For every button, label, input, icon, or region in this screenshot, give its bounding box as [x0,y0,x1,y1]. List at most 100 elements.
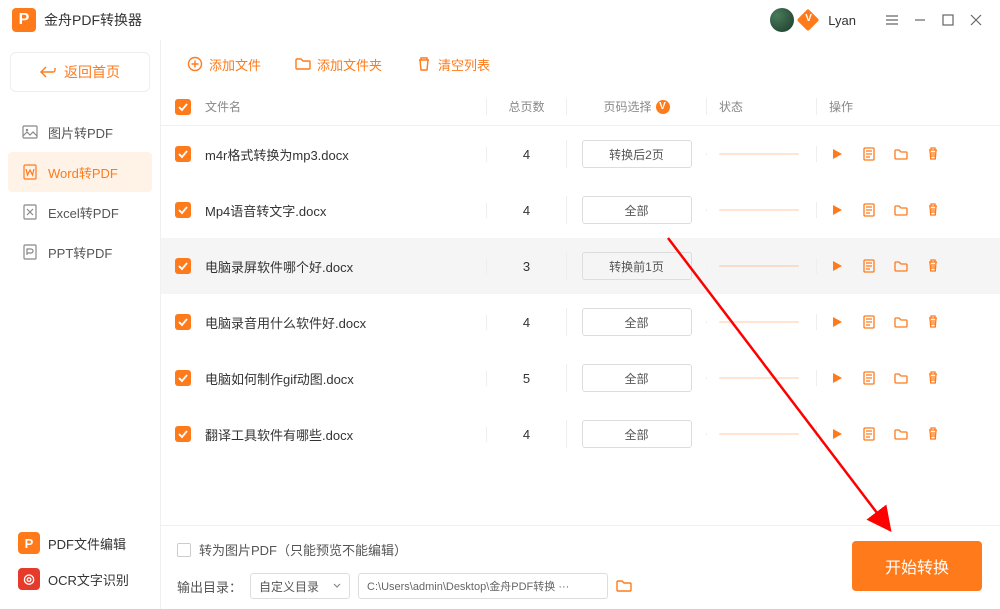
avatar[interactable] [770,8,794,32]
clear-list-button[interactable]: 清空列表 [404,48,502,80]
folder-button[interactable] [893,258,909,274]
bottom-item-label: OCR文字识别 [48,570,129,589]
delete-button[interactable] [925,426,941,442]
row-checkbox[interactable] [175,314,191,330]
page-range-select[interactable]: 全部 [582,308,692,336]
folder-icon [295,56,311,72]
page-range-select[interactable]: 全部 [582,364,692,392]
delete-button[interactable] [925,314,941,330]
back-label: 返回首页 [64,62,120,82]
folder-button[interactable] [893,314,909,330]
table-row[interactable]: Mp4语音转文字.docx 4 全部 [161,182,1000,238]
detail-button[interactable] [861,202,877,218]
sidebar-item-ppt-to-pdf[interactable]: PPT转PDF [8,232,152,272]
toolbar: 添加文件 添加文件夹 清空列表 [161,40,1000,88]
ppt-icon [22,244,38,260]
sidebar-item-excel-to-pdf[interactable]: Excel转PDF [8,192,152,232]
open-folder-button[interactable] [616,578,632,594]
convert-button[interactable]: 开始转换 [852,541,982,591]
folder-button[interactable] [893,202,909,218]
delete-button[interactable] [925,202,941,218]
status-cell [706,265,816,267]
detail-button[interactable] [861,426,877,442]
table-row[interactable]: 电脑录屏软件哪个好.docx 3 转换前1页 [161,238,1000,294]
sidebar-bottom-ocr[interactable]: ◎ OCR文字识别 [8,561,158,597]
detail-button[interactable] [861,370,877,386]
play-button[interactable] [829,202,845,218]
row-checkbox[interactable] [175,258,191,274]
progress-bar [719,321,799,323]
sidebar-item-word-to-pdf[interactable]: Word转PDF [8,152,152,192]
page-count: 4 [486,427,566,442]
page-range-select[interactable]: 转换前1页 [582,252,692,280]
table-row[interactable]: 电脑录音用什么软件好.docx 4 全部 [161,294,1000,350]
table-header: 文件名 总页数 页码选择V 状态 操作 [161,88,1000,126]
folder-button[interactable] [893,370,909,386]
delete-button[interactable] [925,258,941,274]
back-icon [40,64,56,80]
delete-button[interactable] [925,370,941,386]
status-cell [706,433,816,435]
output-path-field[interactable]: C:\Users\admin\Desktop\金舟PDF转换 ··· [358,573,608,599]
output-label: 输出目录： [177,577,242,596]
sidebar-item-label: 图片转PDF [48,123,113,142]
close-button[interactable] [964,8,988,32]
app-title: 金舟PDF转换器 [44,10,142,30]
table-row[interactable]: 电脑如何制作gif动图.docx 5 全部 [161,350,1000,406]
play-button[interactable] [829,426,845,442]
play-button[interactable] [829,146,845,162]
output-mode-select[interactable]: 自定义目录 [250,573,350,599]
username: Lyan [828,13,856,28]
content-area: 添加文件 添加文件夹 清空列表 文件名 总页数 页码选择V 状态 操作 m4r格… [160,40,1000,609]
app-logo: P [12,8,36,32]
back-button[interactable]: 返回首页 [10,52,150,92]
file-name: 电脑如何制作gif动图.docx [205,369,486,388]
row-checkbox[interactable] [175,370,191,386]
page-range-select[interactable]: 全部 [582,196,692,224]
sidebar-item-label: PPT转PDF [48,243,112,262]
sidebar-bottom-pdf-edit[interactable]: P PDF文件编辑 [8,525,158,561]
file-name: m4r格式转换为mp3.docx [205,145,486,164]
progress-bar [719,265,799,267]
ocr-icon: ◎ [18,568,40,590]
page-count: 4 [486,147,566,162]
play-button[interactable] [829,258,845,274]
row-checkbox[interactable] [175,146,191,162]
table-row[interactable]: 翻译工具软件有哪些.docx 4 全部 [161,406,1000,462]
delete-button[interactable] [925,146,941,162]
sidebar-item-image-to-pdf[interactable]: 图片转PDF [8,112,152,152]
play-button[interactable] [829,314,845,330]
row-checkbox[interactable] [175,426,191,442]
detail-button[interactable] [861,314,877,330]
page-range-select[interactable]: 全部 [582,420,692,448]
detail-button[interactable] [861,258,877,274]
status-cell [706,209,816,211]
sidebar: 返回首页 图片转PDF Word转PDF Excel转PDF PPT转PDF P… [0,40,160,609]
select-all-checkbox[interactable] [175,99,191,115]
menu-button[interactable] [880,8,904,32]
trash-icon [416,56,432,72]
table-row[interactable]: m4r格式转换为mp3.docx 4 转换后2页 [161,126,1000,182]
add-folder-button[interactable]: 添加文件夹 [283,48,394,80]
header-ops: 操作 [816,98,986,115]
folder-button[interactable] [893,426,909,442]
table-body: m4r格式转换为mp3.docx 4 转换后2页 Mp4语音转文字.docx 4… [161,126,1000,525]
header-status: 状态 [706,98,816,115]
progress-bar [719,209,799,211]
header-name: 文件名 [205,98,486,115]
header-select: 页码选择V [566,98,706,115]
to-image-checkbox[interactable] [177,543,191,557]
titlebar: P 金舟PDF转换器 Lyan [0,0,1000,40]
file-name: 电脑录屏软件哪个好.docx [205,257,486,276]
minimize-button[interactable] [908,8,932,32]
maximize-button[interactable] [936,8,960,32]
folder-button[interactable] [893,146,909,162]
status-cell [706,321,816,323]
page-range-select[interactable]: 转换后2页 [582,140,692,168]
detail-button[interactable] [861,146,877,162]
progress-bar [719,377,799,379]
add-file-button[interactable]: 添加文件 [175,48,273,80]
status-cell [706,153,816,155]
row-checkbox[interactable] [175,202,191,218]
play-button[interactable] [829,370,845,386]
